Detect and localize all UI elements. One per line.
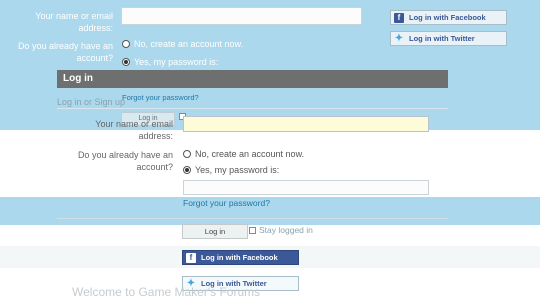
overlay-band <box>0 197 540 225</box>
back-option-new-label: No, create an account now. <box>134 39 244 49</box>
dialog-name-label: Your name or email address: <box>95 119 173 141</box>
back-name-label: Your name or email address: <box>35 11 113 33</box>
back-option-yes[interactable]: Yes, my password is: <box>122 57 218 67</box>
dialog-forgot-link[interactable]: Forgot your password? <box>183 198 270 208</box>
dialog-title-bar: Log in <box>57 70 448 88</box>
dialog-login-button[interactable]: Log in <box>182 224 248 239</box>
breadcrumb[interactable]: Log in or Sign up <box>57 97 125 107</box>
back-account-label: Do you already have an account? <box>17 41 113 63</box>
dialog-facebook-button[interactable]: f Log in with Facebook <box>182 250 299 265</box>
dialog-account-label: Do you already have an account? <box>77 150 173 172</box>
back-radio-yes[interactable] <box>122 58 130 66</box>
dialog-divider-bottom <box>57 218 448 219</box>
back-facebook-button[interactable]: f Log in with Facebook <box>390 10 507 25</box>
facebook-icon: f <box>186 252 196 263</box>
stay-logged-in-label: Stay logged in <box>259 225 313 235</box>
back-radio-new[interactable] <box>122 40 130 48</box>
dialog-radio-yes[interactable] <box>183 166 191 174</box>
dialog-option-yes-label: Yes, my password is: <box>195 165 280 175</box>
dialog-divider-top <box>57 108 448 109</box>
facebook-icon: f <box>394 12 404 23</box>
dialog-facebook-label: Log in with Facebook <box>201 253 278 262</box>
back-twitter-button[interactable]: ✦ Log in with Twitter <box>390 31 507 46</box>
dialog-name-input[interactable] <box>183 116 429 132</box>
dialog-title: Log in <box>63 73 93 84</box>
dialog-password-input[interactable] <box>183 180 429 195</box>
stay-logged-in[interactable]: Stay logged in <box>249 225 313 235</box>
back-option-yes-label: Yes, my password is: <box>134 57 219 67</box>
back-name-input[interactable] <box>121 7 362 25</box>
back-twitter-label: Log in with Twitter <box>409 34 475 43</box>
stay-logged-in-checkbox[interactable] <box>249 226 256 234</box>
back-option-new[interactable]: No, create an account now. <box>122 39 243 49</box>
welcome-heading: Welcome to Game Maker's Forums <box>72 285 261 299</box>
dialog-option-new-label: No, create an account now. <box>195 149 305 159</box>
dialog-option-yes[interactable]: Yes, my password is: <box>183 165 279 175</box>
back-forgot-link[interactable]: Forgot your password? <box>122 93 199 102</box>
back-facebook-label: Log in with Facebook <box>409 13 486 22</box>
dialog-radio-new[interactable] <box>183 150 191 158</box>
dialog-option-new[interactable]: No, create an account now. <box>183 149 304 159</box>
twitter-icon: ✦ <box>394 33 404 44</box>
